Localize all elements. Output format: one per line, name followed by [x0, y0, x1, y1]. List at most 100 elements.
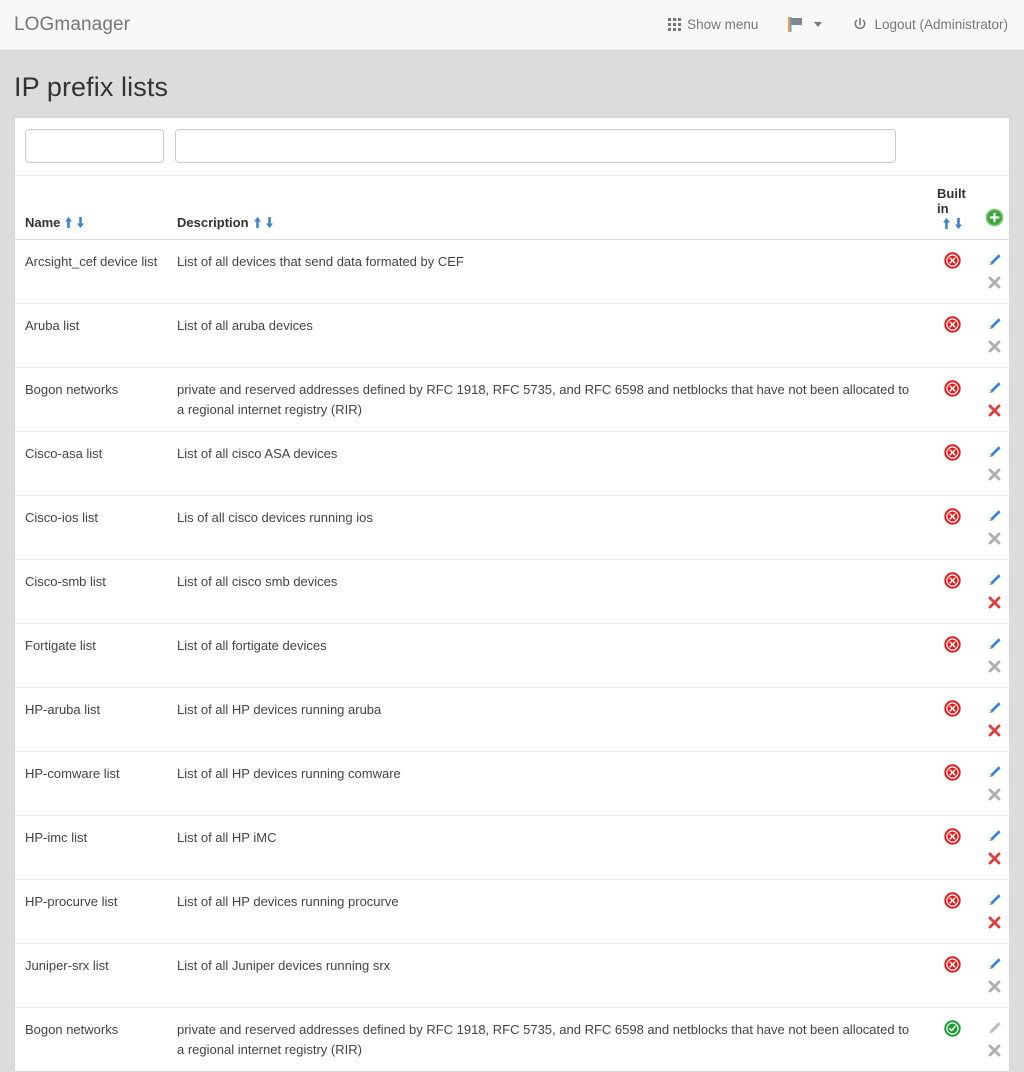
- red-circle-x-icon: [943, 508, 961, 525]
- power-icon: [854, 17, 866, 29]
- column-header-description[interactable]: Description: [167, 176, 927, 240]
- pencil-edit-icon[interactable]: [986, 444, 1003, 461]
- pencil-edit-icon[interactable]: [986, 892, 1003, 909]
- red-circle-x-icon: [943, 636, 961, 653]
- sort-descending-arrow-icon[interactable]: [953, 217, 964, 230]
- show-menu-label: Show menu: [687, 17, 759, 32]
- cell-description: List of all HP devices running comware: [167, 751, 927, 816]
- cell-built-in-status: [927, 559, 975, 624]
- cell-description: List of all fortigate devices: [167, 623, 927, 688]
- row-action-group: [985, 444, 1003, 483]
- add-prefix-list-button[interactable]: [985, 208, 1004, 227]
- app-brand[interactable]: LOGmanager: [14, 14, 130, 36]
- x-delete-icon: [988, 340, 1000, 353]
- x-delete-icon[interactable]: [986, 594, 1003, 611]
- row-action-group: [985, 956, 1003, 995]
- x-delete-icon[interactable]: [986, 850, 1003, 867]
- edit-row-button[interactable]: [986, 636, 1003, 653]
- row-action-group: [985, 700, 1003, 739]
- row-action-group: [985, 252, 1003, 291]
- table-row: Fortigate list List of all fortigate devi…: [15, 623, 1011, 688]
- cell-actions: [975, 367, 1011, 432]
- x-delete-icon: [988, 788, 1000, 801]
- row-action-group: [985, 828, 1003, 867]
- delete-row-button: [986, 530, 1003, 547]
- sort-ascending-arrow-icon[interactable]: [63, 216, 74, 229]
- prefix-lists-panel: Name Description Built in Arcsight_cef d…: [14, 117, 1011, 1072]
- delete-row-button[interactable]: [986, 402, 1003, 419]
- add-circle-plus-icon[interactable]: [985, 208, 1004, 227]
- edit-row-button[interactable]: [986, 892, 1003, 909]
- pencil-edit-icon[interactable]: [986, 636, 1003, 653]
- red-circle-x-icon: [943, 956, 961, 973]
- cell-description: List of all Juniper devices running srx: [167, 943, 927, 1008]
- sort-ascending-arrow-icon[interactable]: [252, 216, 263, 229]
- pencil-edit-icon[interactable]: [986, 380, 1003, 397]
- pencil-edit-icon[interactable]: [986, 508, 1003, 525]
- cell-actions: [975, 303, 1011, 368]
- cell-actions: [975, 495, 1011, 560]
- delete-row-button: [986, 338, 1003, 355]
- column-header-name[interactable]: Name: [15, 176, 167, 240]
- cell-name: Cisco-smb list: [15, 559, 167, 624]
- column-header-built-in[interactable]: Built in: [927, 176, 975, 240]
- delete-row-button[interactable]: [986, 594, 1003, 611]
- edit-row-button[interactable]: [986, 252, 1003, 269]
- x-delete-icon: [988, 468, 1000, 481]
- cell-name: Bogon networks: [15, 367, 167, 432]
- built-in-sort-controls[interactable]: [941, 217, 964, 230]
- edit-row-button: [986, 1020, 1003, 1037]
- pencil-edit-icon[interactable]: [986, 316, 1003, 333]
- pencil-edit-icon[interactable]: [986, 572, 1003, 589]
- edit-row-button[interactable]: [986, 444, 1003, 461]
- sort-descending-arrow-icon[interactable]: [264, 216, 275, 229]
- edit-row-button[interactable]: [986, 700, 1003, 717]
- pencil-edit-icon[interactable]: [986, 700, 1003, 717]
- table-row: Cisco-asa list List of all cisco ASA devi…: [15, 431, 1011, 496]
- flag-icon: [788, 17, 803, 32]
- x-delete-icon[interactable]: [986, 914, 1003, 931]
- red-circle-x-icon: [943, 892, 961, 909]
- logout-button[interactable]: Logout (Administrator): [852, 17, 1008, 33]
- delete-row-button: [986, 658, 1003, 675]
- description-filter-input[interactable]: [175, 129, 896, 163]
- edit-row-button[interactable]: [986, 316, 1003, 333]
- pencil-edit-icon[interactable]: [986, 956, 1003, 973]
- cell-actions: [975, 239, 1011, 304]
- cell-actions: [975, 559, 1011, 624]
- sort-ascending-arrow-icon[interactable]: [941, 217, 952, 230]
- sort-descending-arrow-icon[interactable]: [75, 216, 86, 229]
- description-sort-controls[interactable]: [252, 216, 275, 229]
- cell-description: List of all HP devices running procurve: [167, 879, 927, 944]
- language-flag-dropdown[interactable]: [788, 17, 823, 32]
- edit-row-button[interactable]: [986, 380, 1003, 397]
- cell-name: Bogon networks: [25, 1022, 119, 1037]
- cell-name: Cisco-ios list: [15, 495, 167, 560]
- cell-actions: [975, 943, 1011, 1008]
- row-action-group: [985, 508, 1003, 547]
- delete-row-button[interactable]: [986, 722, 1003, 739]
- cell-built-in-status: [927, 943, 975, 1008]
- x-delete-icon[interactable]: [986, 722, 1003, 739]
- cell-description: List of all cisco ASA devices: [167, 431, 927, 496]
- edit-row-button[interactable]: [986, 828, 1003, 845]
- pencil-edit-icon[interactable]: [986, 764, 1003, 781]
- pencil-edit-icon[interactable]: [986, 828, 1003, 845]
- red-circle-x-icon: [943, 316, 961, 333]
- delete-row-button: [986, 466, 1003, 483]
- row-action-group: [985, 1020, 1003, 1059]
- delete-row-button[interactable]: [986, 914, 1003, 931]
- name-filter-input[interactable]: [25, 129, 164, 163]
- edit-row-button[interactable]: [986, 572, 1003, 589]
- x-delete-icon[interactable]: [986, 402, 1003, 419]
- delete-row-button[interactable]: [986, 850, 1003, 867]
- show-menu-button[interactable]: Show menu: [668, 17, 758, 32]
- edit-row-button[interactable]: [986, 764, 1003, 781]
- name-sort-controls[interactable]: [63, 216, 86, 229]
- x-delete-icon: [988, 660, 1000, 673]
- edit-row-button[interactable]: [986, 956, 1003, 973]
- red-circle-x-icon: [943, 252, 961, 269]
- chevron-down-icon: [814, 22, 823, 27]
- edit-row-button[interactable]: [986, 508, 1003, 525]
- pencil-edit-icon[interactable]: [986, 252, 1003, 269]
